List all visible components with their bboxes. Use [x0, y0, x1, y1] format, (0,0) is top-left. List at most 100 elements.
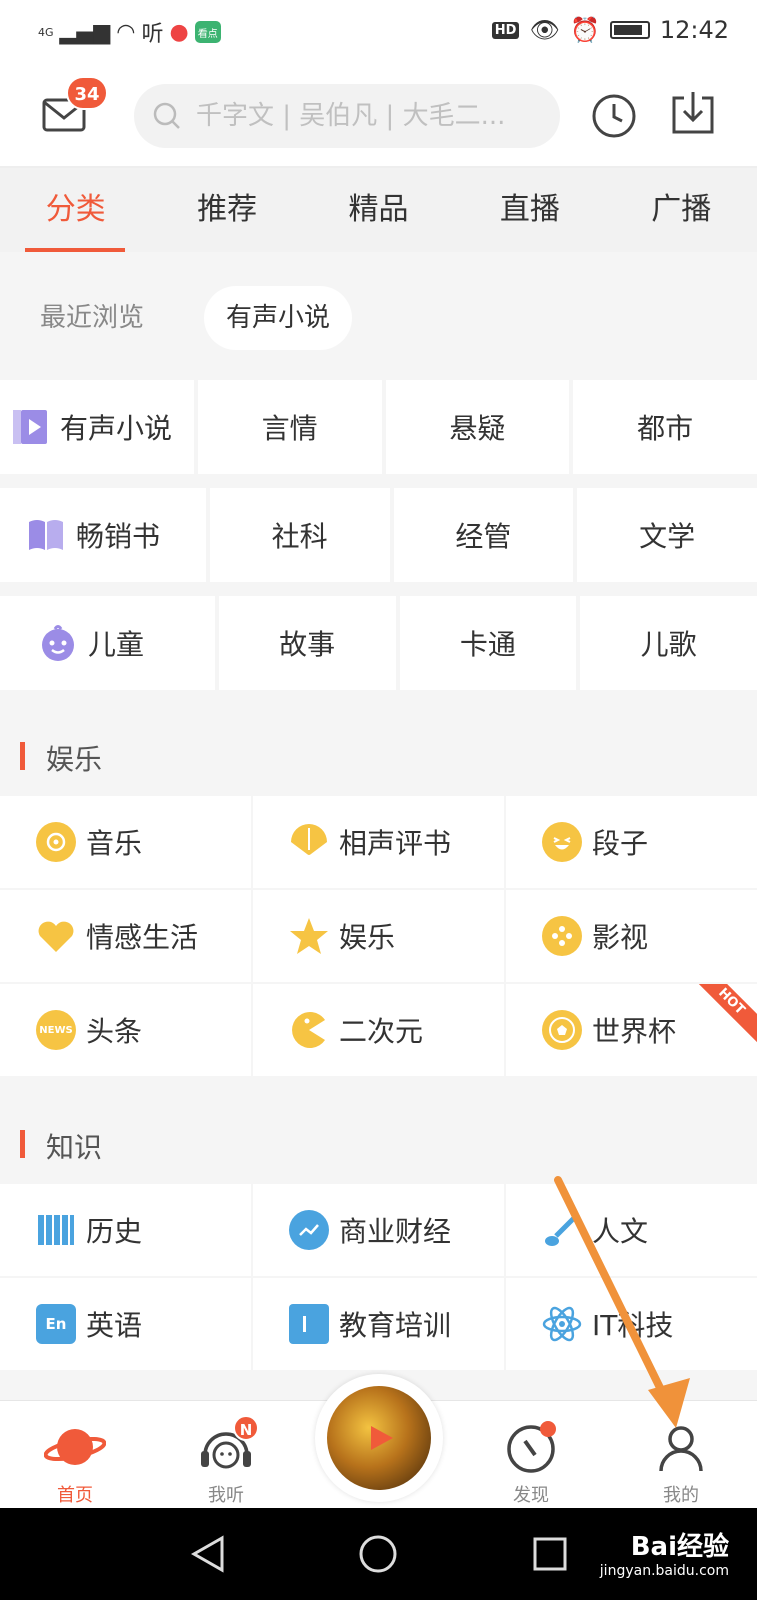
news-icon: NEWS	[36, 1010, 76, 1050]
tab-recommend[interactable]: 推荐	[151, 168, 302, 252]
eye-icon: 👁	[529, 16, 560, 44]
ent-label: 世界杯	[592, 1015, 677, 1048]
app-header: 34	[0, 64, 757, 168]
category-nursery-rhyme[interactable]: 儿歌	[580, 596, 757, 690]
category-romance[interactable]: 言情	[197, 380, 382, 474]
know-english[interactable]: En 英语	[0, 1278, 251, 1370]
ent-label: 音乐	[86, 827, 143, 860]
open-book-icon	[26, 515, 66, 555]
textbook-icon	[289, 1304, 329, 1344]
category-children[interactable]: 儿童	[0, 596, 215, 690]
category-literature[interactable]: 文学	[577, 488, 757, 582]
search-bar[interactable]	[134, 84, 560, 148]
play-icon	[371, 1426, 393, 1450]
bookshelf-icon	[36, 1210, 76, 1250]
tab-live[interactable]: 直播	[454, 168, 605, 252]
clock-time: 12:42	[659, 16, 729, 44]
top-tabs: 分类 推荐 精品 直播 广播	[0, 168, 757, 252]
fan-icon	[289, 822, 329, 862]
nav-home[interactable]: 首页	[25, 1419, 125, 1507]
ent-world-cup[interactable]: 世界杯 HOT	[506, 984, 757, 1076]
know-label: 商业财经	[339, 1215, 452, 1248]
category-management[interactable]: 经管	[393, 488, 574, 582]
subtab-audio-novel[interactable]: 有声小说	[204, 286, 353, 350]
ent-music[interactable]: 音乐	[0, 796, 251, 888]
ent-crosstalk[interactable]: 相声评书	[253, 796, 504, 888]
ent-anime[interactable]: 二次元	[253, 984, 504, 1076]
album-cover	[327, 1386, 431, 1490]
category-grid: 有声小说 言情 悬疑 都市 畅销书 社科 经管 文学 儿童 故事 卡通 儿歌	[0, 380, 757, 704]
battery-icon	[609, 21, 650, 39]
category-label: 畅销书	[76, 520, 161, 553]
category-suspense[interactable]: 悬疑	[385, 380, 570, 474]
home-circle-icon[interactable]	[358, 1534, 398, 1574]
category-audio-novel[interactable]: 有声小说	[0, 380, 194, 474]
know-education[interactable]: 教育培训	[253, 1278, 504, 1370]
watermark-url: jingyan.baidu.com	[599, 1563, 729, 1579]
kandian-app-icon: 看点	[194, 21, 221, 43]
category-story[interactable]: 故事	[218, 596, 396, 690]
know-label: 人文	[592, 1215, 649, 1248]
pacman-icon	[289, 1010, 329, 1050]
ent-film[interactable]: 影视	[506, 890, 757, 982]
category-bestseller[interactable]: 畅销书	[0, 488, 206, 582]
recents-square-icon[interactable]	[532, 1536, 568, 1572]
download-icon[interactable]	[670, 90, 716, 136]
heart-cloud-icon	[36, 916, 76, 956]
tab-category[interactable]: 分类	[0, 168, 151, 252]
ent-label: 二次元	[339, 1015, 424, 1048]
know-humanities[interactable]: 人文	[506, 1184, 757, 1276]
know-history[interactable]: 历史	[0, 1184, 251, 1276]
ent-entertainment[interactable]: 娱乐	[253, 890, 504, 982]
entertainment-grid: 音乐 相声评书 段子 情感生活 娱乐 影视 NEWS 头条 二次元 世界杯 HO…	[0, 796, 757, 1078]
subtab-recent[interactable]: 最近浏览	[40, 286, 144, 350]
sub-tabs: 最近浏览 有声小说	[0, 252, 757, 380]
laughing-face-icon	[542, 822, 582, 862]
english-icon: En	[36, 1304, 76, 1344]
ent-label: 影视	[592, 921, 649, 954]
section-accent-bar	[20, 742, 25, 770]
search-input[interactable]	[196, 101, 536, 131]
ent-jokes[interactable]: 段子	[506, 796, 757, 888]
nav-discover[interactable]: 发现	[481, 1419, 581, 1507]
ent-label: 相声评书	[339, 827, 452, 860]
now-playing-button[interactable]	[315, 1374, 443, 1502]
headphones-face-icon: N	[195, 1415, 259, 1475]
ent-label: 娱乐	[339, 921, 396, 954]
baidu-jingyan-watermark: Bai经验 jingyan.baidu.com	[600, 1526, 729, 1579]
section-entertainment-header: 娱乐	[0, 726, 757, 786]
star-icon	[289, 916, 329, 956]
tab-radio[interactable]: 广播	[606, 168, 757, 252]
know-label: 教育培训	[339, 1309, 452, 1342]
category-social-science[interactable]: 社科	[209, 488, 390, 582]
section-title: 娱乐	[46, 743, 103, 776]
network-type: 4G	[38, 25, 54, 39]
ent-label: 头条	[86, 1015, 143, 1048]
signal-icon: ▂▄▆	[59, 19, 111, 45]
ent-label: 情感生活	[86, 921, 199, 954]
ting-app-icon: 听	[141, 22, 164, 47]
nav-label: 我的	[663, 1485, 699, 1506]
section-title: 知识	[46, 1131, 103, 1164]
baby-face-icon	[38, 623, 78, 663]
nav-listen[interactable]: N 我听	[176, 1415, 276, 1507]
category-cartoon[interactable]: 卡通	[399, 596, 577, 690]
tab-premium[interactable]: 精品	[303, 168, 454, 252]
user-icon	[650, 1419, 712, 1475]
ent-emotion[interactable]: 情感生活	[0, 890, 251, 982]
hot-badge: HOT	[688, 984, 757, 1045]
ent-headlines[interactable]: NEWS 头条	[0, 984, 251, 1076]
soccer-ball-icon	[542, 1010, 582, 1050]
back-icon[interactable]	[190, 1534, 226, 1574]
know-label: 英语	[86, 1309, 143, 1342]
category-urban[interactable]: 都市	[573, 380, 757, 474]
know-it-tech[interactable]: IT科技	[506, 1278, 757, 1370]
nav-mine[interactable]: 我的	[631, 1419, 731, 1507]
planet-icon	[44, 1419, 106, 1475]
trend-chart-icon	[289, 1210, 329, 1250]
know-business[interactable]: 商业财经	[253, 1184, 504, 1276]
know-label: 历史	[86, 1215, 143, 1248]
history-clock-icon[interactable]	[590, 92, 638, 140]
mail-count-badge: 34	[66, 76, 108, 110]
system-nav-bar: Bai经验 jingyan.baidu.com	[0, 1508, 757, 1600]
